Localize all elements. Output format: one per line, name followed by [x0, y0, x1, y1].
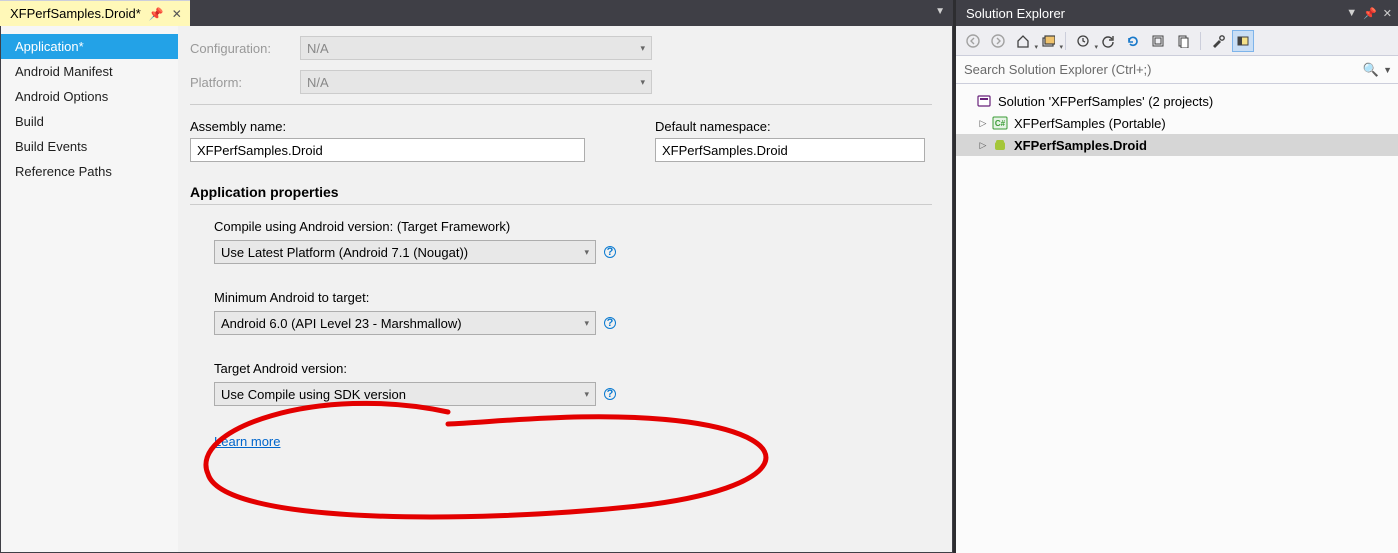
chevron-down-icon: ▾ — [584, 318, 589, 329]
sync-icon[interactable] — [1097, 30, 1119, 52]
android-project-icon — [992, 137, 1008, 153]
preview-icon[interactable] — [1232, 30, 1254, 52]
scope-icon[interactable] — [1037, 30, 1059, 52]
show-all-files-icon[interactable] — [1172, 30, 1194, 52]
document-tabstrip: XFPerfSamples.Droid* 📌 ✕ ▼ — [0, 0, 953, 26]
close-icon[interactable]: ✕ — [1383, 7, 1392, 20]
assembly-name-label: Assembly name: — [190, 119, 585, 134]
divider — [190, 104, 932, 105]
configuration-label: Configuration: — [190, 41, 300, 56]
pin-icon[interactable]: 📌 — [149, 7, 164, 21]
expander-icon[interactable]: ▷ — [976, 118, 990, 129]
configuration-value: N/A — [307, 41, 329, 56]
chevron-down-icon: ▾ — [640, 77, 645, 88]
sidebar-item-build-events[interactable]: Build Events — [1, 134, 178, 159]
platform-combo[interactable]: N/A ▾ — [300, 70, 652, 94]
tree-node-solution[interactable]: Solution 'XFPerfSamples' (2 projects) — [956, 90, 1398, 112]
learn-more-link[interactable]: Learn more — [214, 434, 280, 449]
pin-icon[interactable]: 📌 — [1363, 7, 1377, 20]
solution-explorer-title-bar: Solution Explorer ▼ 📌 ✕ — [956, 0, 1398, 26]
sidebar-item-label: Android Manifest — [15, 64, 113, 79]
tree-node-droid[interactable]: ▷ XFPerfSamples.Droid — [956, 134, 1398, 156]
assembly-name-input[interactable] — [190, 138, 585, 162]
tree-node-portable[interactable]: ▷ C# XFPerfSamples (Portable) — [956, 112, 1398, 134]
min-android-label: Minimum Android to target: — [214, 290, 932, 305]
back-icon[interactable] — [962, 30, 984, 52]
default-namespace-input[interactable] — [655, 138, 925, 162]
target-android-label: Target Android version: — [214, 361, 932, 376]
solution-explorer-search[interactable]: 🔍 ▼ — [956, 56, 1398, 84]
property-sidebar: Application* Android Manifest Android Op… — [1, 26, 178, 552]
tree-label: XFPerfSamples.Droid — [1014, 138, 1147, 153]
solution-icon — [976, 93, 992, 109]
platform-label: Platform: — [190, 75, 300, 90]
compile-version-label: Compile using Android version: (Target F… — [214, 219, 932, 234]
document-tab-title: XFPerfSamples.Droid* — [10, 6, 141, 21]
sidebar-item-build[interactable]: Build — [1, 109, 178, 134]
compile-version-value: Use Latest Platform (Android 7.1 (Nougat… — [221, 245, 468, 260]
sidebar-item-android-options[interactable]: Android Options — [1, 84, 178, 109]
target-android-combo[interactable]: Use Compile using SDK version ▾ — [214, 382, 596, 406]
document-tab-active[interactable]: XFPerfSamples.Droid* 📌 ✕ — [0, 0, 190, 26]
sidebar-item-label: Application* — [15, 39, 84, 54]
history-icon[interactable] — [1072, 30, 1094, 52]
close-icon[interactable]: ✕ — [172, 7, 182, 21]
platform-value: N/A — [307, 75, 329, 90]
svg-text:C#: C# — [995, 119, 1006, 128]
properties-icon[interactable] — [1207, 30, 1229, 52]
sidebar-item-label: Build Events — [15, 139, 87, 154]
sidebar-item-label: Android Options — [15, 89, 108, 104]
sidebar-item-android-manifest[interactable]: Android Manifest — [1, 59, 178, 84]
search-input[interactable] — [962, 61, 1363, 78]
min-android-value: Android 6.0 (API Level 23 - Marshmallow) — [221, 316, 462, 331]
tree-label: XFPerfSamples (Portable) — [1014, 116, 1166, 131]
target-android-value: Use Compile using SDK version — [221, 387, 406, 402]
default-namespace-label: Default namespace: — [655, 119, 925, 134]
refresh-icon[interactable] — [1122, 30, 1144, 52]
sidebar-item-application[interactable]: Application* — [1, 34, 178, 59]
search-options-icon[interactable]: ▼ — [1383, 65, 1392, 75]
tree-label: Solution 'XFPerfSamples' (2 projects) — [998, 94, 1213, 109]
chevron-down-icon: ▾ — [640, 43, 645, 54]
home-icon[interactable] — [1012, 30, 1034, 52]
tab-menu-icon[interactable]: ▼ — [935, 6, 945, 17]
sidebar-item-reference-paths[interactable]: Reference Paths — [1, 159, 178, 184]
solution-explorer-toolbar — [956, 26, 1398, 56]
csharp-project-icon: C# — [992, 115, 1008, 131]
chevron-down-icon: ▾ — [584, 389, 589, 400]
expander-icon[interactable]: ▷ — [976, 140, 990, 151]
configuration-combo[interactable]: N/A ▾ — [300, 36, 652, 60]
solution-explorer-title: Solution Explorer — [966, 6, 1065, 21]
sidebar-item-label: Build — [15, 114, 44, 129]
divider — [190, 204, 932, 205]
window-menu-icon[interactable]: ▼ — [1346, 7, 1357, 19]
help-icon[interactable]: ? — [604, 317, 616, 329]
solution-tree: Solution 'XFPerfSamples' (2 projects) ▷ … — [956, 84, 1398, 553]
collapse-all-icon[interactable] — [1147, 30, 1169, 52]
application-properties-header: Application properties — [190, 184, 932, 200]
compile-version-combo[interactable]: Use Latest Platform (Android 7.1 (Nougat… — [214, 240, 596, 264]
help-icon[interactable]: ? — [604, 388, 616, 400]
chevron-down-icon: ▾ — [584, 247, 589, 258]
search-icon[interactable]: 🔍 — [1363, 62, 1379, 78]
sidebar-item-label: Reference Paths — [15, 164, 112, 179]
toolbar-separator — [1200, 32, 1201, 50]
forward-icon[interactable] — [987, 30, 1009, 52]
toolbar-separator — [1065, 32, 1066, 50]
help-icon[interactable]: ? — [604, 246, 616, 258]
min-android-combo[interactable]: Android 6.0 (API Level 23 - Marshmallow)… — [214, 311, 596, 335]
